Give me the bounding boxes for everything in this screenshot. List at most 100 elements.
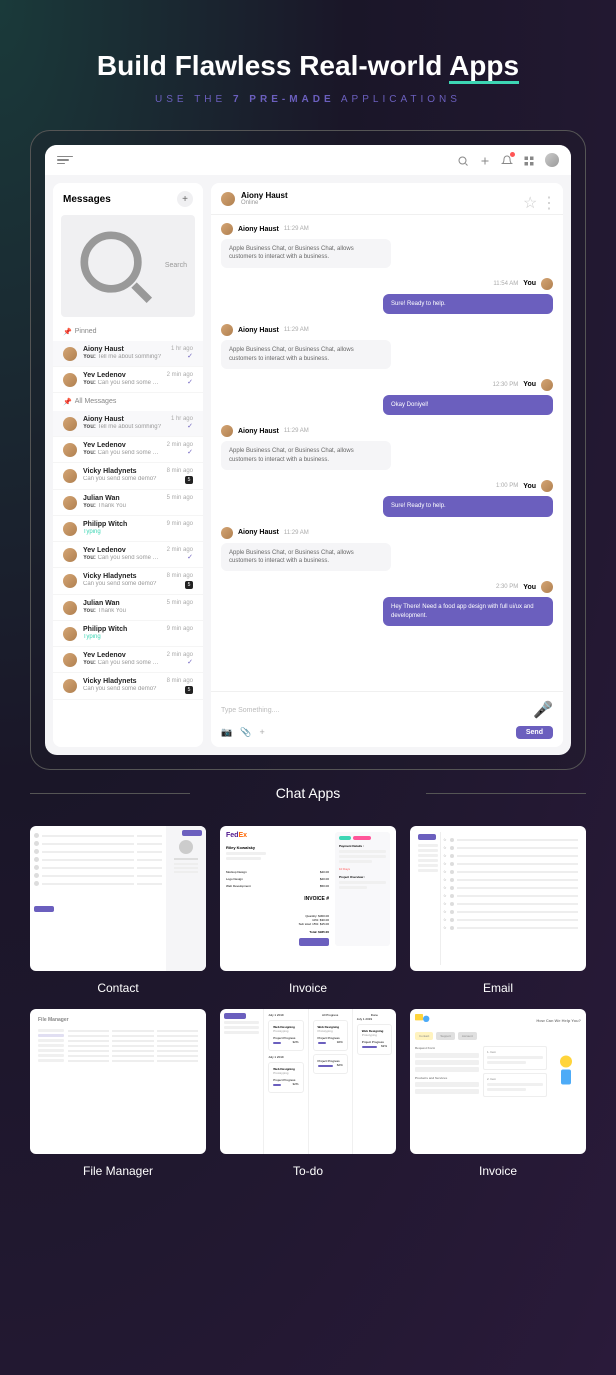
search-icon[interactable]	[457, 154, 469, 166]
conversation-preview: You: Can you send some demo?	[83, 660, 161, 666]
more-icon[interactable]: ⋮	[541, 193, 553, 205]
message-avatar	[221, 324, 233, 336]
conversation-avatar	[63, 417, 77, 431]
message-header: Aiony Haust 11:29 AM	[221, 223, 553, 235]
conversation-meta: 1 hr ago ✓	[171, 416, 193, 430]
chat-avatar[interactable]	[221, 192, 235, 206]
message-bubble: Apple Business Chat, or Business Chat, a…	[221, 239, 391, 268]
conversation-name: Vicky Hladynets	[83, 678, 161, 685]
star-icon[interactable]: ☆	[523, 193, 535, 205]
conversation-item[interactable]: Aiony Haust You: Tell me about somhing? …	[53, 411, 203, 437]
contact-thumbnail[interactable]	[30, 826, 206, 971]
conversation-name: Philipp Witch	[83, 521, 161, 528]
conversation-item[interactable]: Vicky Hladynets Can you send some demo? …	[53, 463, 203, 490]
hero-subtitle: USE THE 7 PRE-MADE APPLICATIONS	[20, 94, 596, 105]
main-content: Messages + Search 📌Pinned Aiony Haust Yo…	[45, 175, 571, 755]
send-button[interactable]: Send	[516, 726, 553, 739]
message-avatar	[221, 425, 233, 437]
invoice-thumbnail[interactable]: FedEx Riley Kowalsky Mockup Design$40.00…	[220, 826, 396, 971]
conversation-preview: Can you send some demo?	[83, 476, 161, 482]
hamburger-icon[interactable]	[57, 156, 73, 165]
message-avatar	[541, 278, 553, 290]
conversation-preview: You: Can you send some demo?	[83, 380, 161, 386]
filemanager-thumbnail[interactable]: File Manager	[30, 1009, 206, 1154]
conversation-preview: Typing	[83, 529, 161, 535]
app-screen: Messages + Search 📌Pinned Aiony Haust Yo…	[45, 145, 571, 755]
conversation-item[interactable]: Yev Ledenov You: Can you send some demo?…	[53, 647, 203, 673]
conversation-name: Yev Ledenov	[83, 652, 161, 659]
conversation-name: Yev Ledenov	[83, 442, 161, 449]
user-avatar[interactable]	[545, 153, 559, 167]
conversation-item[interactable]: Yev Ledenov You: Can you send some demo?…	[53, 367, 203, 393]
conversation-preview: Typing	[83, 634, 161, 640]
conversation-item[interactable]: Yev Ledenov You: Can you send some demo?…	[53, 542, 203, 568]
email-thumbnail[interactable]: ☆ ☆ ☆ ☆ ☆ ☆ ☆ ☆ ☆ ☆ ☆ ☆	[410, 826, 586, 971]
chat-apps-label: Chat Apps	[0, 785, 616, 801]
conversation-preview: Can you send some demo?	[83, 686, 161, 692]
tablet-frame: Messages + Search 📌Pinned Aiony Haust Yo…	[30, 130, 586, 770]
bell-icon[interactable]	[501, 154, 513, 166]
new-message-button[interactable]: +	[177, 191, 193, 207]
chat-panel: Aiony Haust Online ☆ ⋮ Aiony Haust 11:29…	[211, 183, 563, 747]
conversation-item[interactable]: Julian Wan You: Thank You 5 min ago	[53, 490, 203, 516]
hero-section: Build Flawless Real-world Apps USE THE 7…	[0, 0, 616, 130]
message-avatar	[541, 379, 553, 391]
conversation-item[interactable]: Yev Ledenov You: Can you send some demo?…	[53, 437, 203, 463]
conversation-item[interactable]: Vicky Hladynets Can you send some demo? …	[53, 568, 203, 595]
contact-label: Contact	[30, 981, 206, 995]
todo-thumbnail[interactable]: July 1 2019 Web Designing Prototyping Pr…	[220, 1009, 396, 1154]
message-bubble: Apple Business Chat, or Business Chat, a…	[221, 543, 391, 572]
message-header: 2:30 PM You	[221, 581, 553, 593]
conversation-name: Vicky Hladynets	[83, 573, 161, 580]
message-avatar	[221, 223, 233, 235]
topbar	[45, 145, 571, 175]
conversation-avatar	[63, 373, 77, 387]
search-input[interactable]: Search	[61, 215, 195, 317]
camera-icon[interactable]: 📷	[221, 727, 232, 738]
conversation-name: Yev Ledenov	[83, 372, 161, 379]
attach-icon[interactable]: 📎	[240, 727, 251, 738]
topbar-actions	[457, 153, 559, 167]
invoice-label: Invoice	[220, 981, 396, 995]
conversation-avatar	[63, 347, 77, 361]
message-header: Aiony Haust 11:29 AM	[221, 425, 553, 437]
conversation-name: Julian Wan	[83, 600, 161, 607]
conversation-item[interactable]: Philipp Witch Typing 9 min ago	[53, 621, 203, 647]
pin-icon: 📌	[63, 328, 72, 336]
chat-messages: Aiony Haust 11:29 AM Apple Business Chat…	[211, 215, 563, 691]
invoice2-label: Invoice	[410, 1164, 586, 1178]
mic-icon[interactable]: 🎤	[533, 700, 553, 720]
add-icon[interactable]	[479, 154, 491, 166]
conversation-preview: You: Tell me about somhing?	[83, 354, 165, 360]
conversation-preview: You: Can you send some demo?	[83, 555, 161, 561]
conversation-meta: 2 min ago ✓	[167, 547, 193, 561]
message-avatar	[541, 480, 553, 492]
grid-icon[interactable]	[523, 154, 535, 166]
chat-status: Online	[241, 200, 517, 206]
all-section: 📌All Messages	[53, 393, 203, 411]
conversation-meta: 5 min ago	[167, 600, 193, 606]
conversation-avatar	[63, 443, 77, 457]
message-bubble: Okay Doniyel!	[383, 395, 553, 415]
conversation-meta: 1 hr ago ✓	[171, 346, 193, 360]
chat-input-area: Type Something.... 🎤 📷 📎 + Send	[211, 691, 563, 747]
conversation-item[interactable]: Julian Wan You: Thank You 5 min ago	[53, 595, 203, 621]
conversation-name: Julian Wan	[83, 495, 161, 502]
sidebar-header: Messages +	[53, 183, 203, 215]
conversation-item[interactable]: Aiony Haust You: Tell me about somhing? …	[53, 341, 203, 367]
conversation-meta: 8 min ago 5	[167, 468, 193, 484]
conversation-preview: Can you send some demo?	[83, 581, 161, 587]
invoice2-thumbnail[interactable]: How Can We Help You? Contact Support Acc…	[410, 1009, 586, 1154]
thumbnails-grid: Contact FedEx Riley Kowalsky Mockup Desi…	[0, 826, 616, 1208]
add-icon[interactable]: +	[259, 727, 264, 738]
conversation-preview: You: Thank You	[83, 503, 161, 509]
message-input[interactable]: Type Something....	[221, 707, 279, 714]
conversation-item[interactable]: Philipp Witch Typing 9 min ago	[53, 516, 203, 542]
message-header: Aiony Haust 11:29 AM	[221, 324, 553, 336]
hero-title: Build Flawless Real-world Apps	[20, 50, 596, 82]
chat-header: Aiony Haust Online ☆ ⋮	[211, 183, 563, 215]
conversation-avatar	[63, 522, 77, 536]
conversation-item[interactable]: Vicky Hladynets Can you send some demo? …	[53, 673, 203, 700]
conversation-preview: You: Tell me about somhing?	[83, 424, 165, 430]
conversation-name: Vicky Hladynets	[83, 468, 161, 475]
